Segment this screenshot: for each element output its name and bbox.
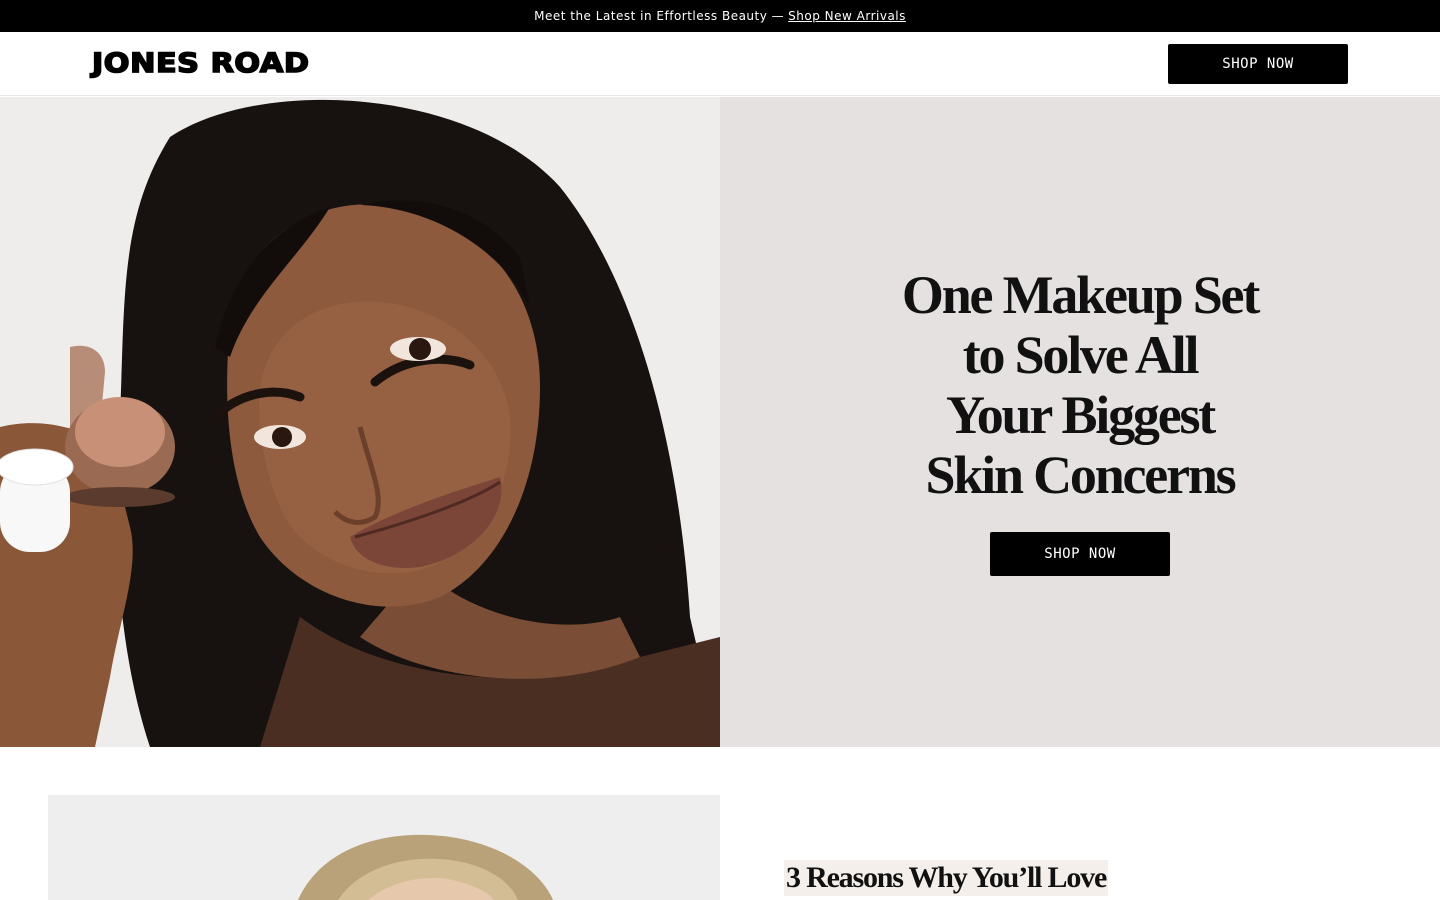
hero-title-line-1: One Makeup Set [901, 265, 1260, 325]
shop-new-arrivals-link[interactable]: Shop New Arrivals [788, 9, 906, 23]
hero-title-line-4: Skin Concerns [925, 445, 1237, 505]
hero-title-line-2: to Solve All [962, 325, 1200, 385]
hero-title-line-3: Your Biggest [945, 385, 1216, 445]
hero-image [0, 97, 720, 747]
hero-model-photo [0, 97, 720, 747]
section-title: 3 Reasons Why You’ll Love [784, 860, 1109, 896]
hero-shop-now-button[interactable]: SHOP NOW [990, 532, 1170, 576]
site-header: JONES ROAD SHOP NOW [0, 32, 1440, 96]
hero-title: One Makeup Set to Solve All Your Biggest… [720, 265, 1440, 505]
announcement-text: Meet the Latest in Effortless Beauty — [534, 9, 785, 23]
hero-panel: One Makeup Set to Solve All Your Biggest… [720, 97, 1440, 747]
announcement-bar: Meet the Latest in Effortless Beauty — S… [0, 0, 1440, 32]
section-image [48, 795, 720, 900]
header-shop-now-button[interactable]: SHOP NOW [1168, 44, 1348, 84]
brand-logo[interactable]: JONES ROAD [91, 47, 310, 80]
section-model-photo [48, 795, 720, 900]
